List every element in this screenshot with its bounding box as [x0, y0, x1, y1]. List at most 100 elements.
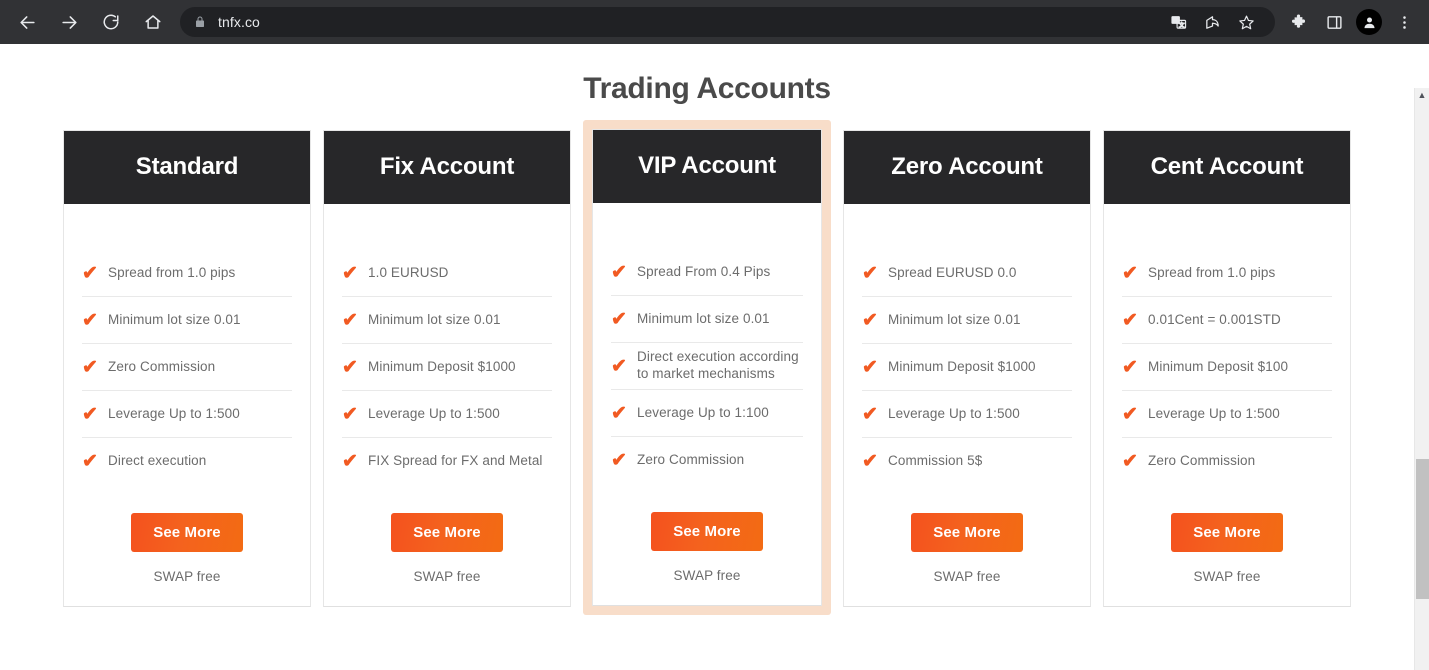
card-title: Standard	[64, 131, 310, 204]
checkmark-icon: ✔	[862, 356, 878, 378]
three-dot-menu-icon[interactable]	[1389, 7, 1419, 37]
feature-item: ✔ 1.0 EURUSD	[342, 250, 552, 297]
feature-item: ✔ FIX Spread for FX and Metal	[342, 438, 552, 485]
swap-free-label: SWAP free	[153, 569, 221, 584]
feature-item: ✔ Zero Commission	[1122, 438, 1332, 485]
feature-list: ✔ Spread EURUSD 0.0 ✔ Minimum lot size 0.01…	[862, 250, 1072, 485]
feature-text: Spread From 0.4 Pips	[637, 263, 771, 279]
checkmark-icon: ✔	[82, 451, 98, 472]
feature-text: Spread EURUSD 0.0	[888, 264, 1017, 280]
checkmark-icon: ✔	[611, 308, 627, 330]
account-card-zero-account: Zero Account ✔ Spread EURUSD 0.0 ✔ Minimum l…	[843, 130, 1091, 607]
account-cards-row: Standard ✔ Spread from 1.0 pips ✔ Minimum lo…	[0, 120, 1414, 615]
see-more-button[interactable]: See More	[651, 512, 763, 551]
feature-list: ✔ 1.0 EURUSD ✔ Minimum lot size 0.01 ✔ Minimu…	[342, 250, 552, 485]
feature-item: ✔ Direct execution	[82, 438, 292, 485]
feature-text: Leverage Up to 1:100	[637, 404, 769, 420]
see-more-button[interactable]: See More	[391, 513, 503, 552]
feature-list: ✔ Spread From 0.4 Pips ✔ Minimum lot size 0…	[611, 249, 803, 484]
omnibox-actions: A文	[1163, 7, 1261, 37]
forward-arrow-icon	[60, 13, 79, 32]
card-footer: See More SWAP free	[1122, 485, 1332, 606]
feature-item: ✔ 0.01Cent = 0.001STD	[1122, 297, 1332, 344]
puzzle-piece-icon[interactable]	[1285, 7, 1315, 37]
card: VIP Account ✔ Spread From 0.4 Pips ✔ Minimum…	[592, 129, 822, 606]
card-body: ✔ Spread From 0.4 Pips ✔ Minimum lot size 0…	[593, 203, 821, 605]
account-card-fix-account: Fix Account ✔ 1.0 EURUSD ✔ Minimum lot size …	[323, 130, 571, 607]
scrollbar-thumb[interactable]	[1416, 459, 1429, 599]
share-icon[interactable]	[1197, 7, 1227, 37]
account-card-cent-account: Cent Account ✔ Spread from 1.0 pips ✔ 0.01Ce…	[1103, 130, 1351, 607]
feature-text: Minimum Deposit $1000	[888, 358, 1036, 374]
back-button[interactable]	[10, 5, 44, 39]
forward-button[interactable]	[52, 5, 86, 39]
feature-text: Minimum Deposit $100	[1148, 358, 1289, 374]
profile-avatar-icon[interactable]	[1356, 9, 1382, 35]
page-viewport: Trading Accounts Standard ✔ Spread from 1.…	[0, 44, 1429, 670]
browser-action-icons	[1285, 7, 1419, 37]
card-body: ✔ Spread from 1.0 pips ✔ Minimum lot size 0…	[64, 204, 310, 606]
page-title: Trading Accounts	[583, 72, 831, 105]
card: Standard ✔ Spread from 1.0 pips ✔ Minimum lo…	[63, 130, 311, 607]
swap-free-label: SWAP free	[933, 569, 1001, 584]
checkmark-icon: ✔	[1122, 451, 1138, 472]
url-text: tnfx.co	[218, 14, 260, 30]
see-more-button[interactable]: See More	[911, 513, 1023, 552]
feature-item: ✔ Leverage Up to 1:500	[342, 391, 552, 438]
checkmark-icon: ✔	[611, 355, 627, 377]
feature-item: ✔ Minimum Deposit $100	[1122, 344, 1332, 391]
checkmark-icon: ✔	[611, 402, 627, 424]
card-footer: See More SWAP free	[611, 484, 803, 605]
card: Zero Account ✔ Spread EURUSD 0.0 ✔ Minimum l…	[843, 130, 1091, 607]
reload-icon	[102, 13, 120, 31]
feature-text: Leverage Up to 1:500	[888, 405, 1020, 421]
see-more-button[interactable]: See More	[1171, 513, 1283, 552]
scroll-up-arrow-icon[interactable]: ▲	[1415, 90, 1429, 100]
account-card-vip-account: VIP Account ✔ Spread From 0.4 Pips ✔ Minimum…	[583, 120, 831, 615]
feature-text: Minimum lot size 0.01	[108, 311, 241, 327]
feature-item: ✔ Leverage Up to 1:500	[82, 391, 292, 438]
checkmark-icon: ✔	[342, 403, 358, 425]
feature-item: ✔ Spread From 0.4 Pips	[611, 249, 803, 296]
back-arrow-icon	[18, 13, 37, 32]
checkmark-icon: ✔	[82, 262, 98, 284]
checkmark-icon: ✔	[1122, 309, 1138, 331]
reload-button[interactable]	[94, 5, 128, 39]
feature-text: Minimum Deposit $1000	[368, 358, 516, 374]
see-more-button[interactable]: See More	[131, 513, 243, 552]
feature-item: ✔ Direct execution according to market me…	[611, 343, 803, 390]
feature-item: ✔ Zero Commission	[82, 344, 292, 391]
page-scrollbar[interactable]: ▲	[1414, 88, 1429, 670]
checkmark-icon: ✔	[82, 356, 98, 378]
checkmark-icon: ✔	[82, 403, 98, 425]
checkmark-icon: ✔	[862, 451, 878, 472]
feature-item: ✔ Minimum lot size 0.01	[342, 297, 552, 344]
card-body: ✔ Spread EURUSD 0.0 ✔ Minimum lot size 0.01…	[844, 204, 1090, 606]
checkmark-icon: ✔	[1122, 356, 1138, 378]
checkmark-icon: ✔	[342, 356, 358, 378]
feature-text: Leverage Up to 1:500	[108, 405, 240, 421]
feature-text: Minimum lot size 0.01	[888, 311, 1021, 327]
checkmark-icon: ✔	[862, 309, 878, 331]
card-footer: See More SWAP free	[862, 485, 1072, 606]
checkmark-icon: ✔	[611, 261, 627, 283]
feature-item: ✔ Leverage Up to 1:500	[1122, 391, 1332, 438]
home-button[interactable]	[136, 5, 170, 39]
card: Fix Account ✔ 1.0 EURUSD ✔ Minimum lot size …	[323, 130, 571, 607]
account-card-standard: Standard ✔ Spread from 1.0 pips ✔ Minimum lo…	[63, 130, 311, 607]
side-panel-icon[interactable]	[1319, 7, 1349, 37]
page-content: Trading Accounts Standard ✔ Spread from 1.…	[0, 44, 1414, 670]
card: Cent Account ✔ Spread from 1.0 pips ✔ 0.01Ce…	[1103, 130, 1351, 607]
feature-text: Minimum lot size 0.01	[368, 311, 501, 327]
navigation-buttons	[10, 5, 170, 39]
address-bar[interactable]: tnfx.co A文	[180, 7, 1275, 37]
card-title: Fix Account	[324, 131, 570, 204]
feature-list: ✔ Spread from 1.0 pips ✔ 0.01Cent = 0.001ST…	[1122, 250, 1332, 485]
card-body: ✔ 1.0 EURUSD ✔ Minimum lot size 0.01 ✔ Minimu…	[324, 204, 570, 606]
feature-item: ✔ Zero Commission	[611, 437, 803, 484]
translate-icon[interactable]: A文	[1163, 7, 1193, 37]
feature-text: Leverage Up to 1:500	[368, 405, 500, 421]
checkmark-icon: ✔	[611, 450, 627, 471]
card-title: VIP Account	[593, 130, 821, 203]
star-icon[interactable]	[1231, 7, 1261, 37]
